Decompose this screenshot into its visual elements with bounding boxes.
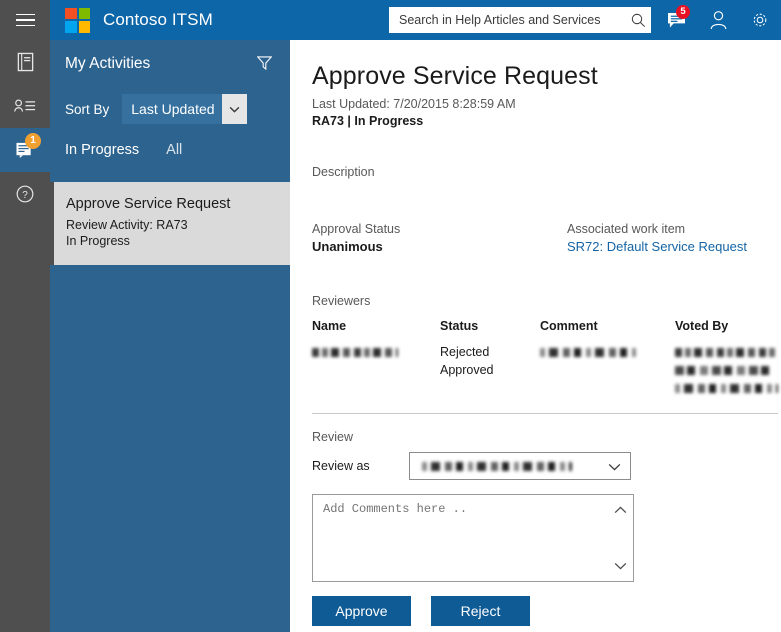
description-section: Description xyxy=(312,165,781,179)
activity-list: Approve Service Request Review Activity:… xyxy=(50,182,290,265)
chevron-down-icon[interactable] xyxy=(613,559,627,573)
description-label: Description xyxy=(312,165,375,179)
table-header-row: Name Status Comment Voted By xyxy=(312,319,778,345)
activity-subtitle: Review Activity: RA73 xyxy=(66,218,188,232)
activity-title: Approve Service Request xyxy=(66,196,231,212)
redacted-comment xyxy=(540,348,636,358)
sort-by-select[interactable]: Last Updated xyxy=(122,94,248,124)
hamburger-icon xyxy=(15,13,35,27)
reviewers-label: Reviewers xyxy=(312,294,371,308)
review-as-dropdown[interactable] xyxy=(409,452,631,480)
column-header-status: Status xyxy=(440,319,479,333)
rail-item-knowledge-articles[interactable] xyxy=(0,40,50,84)
redacted-voted-by xyxy=(675,366,773,376)
knowledge-articles-icon xyxy=(17,52,33,72)
user-account-button[interactable] xyxy=(697,0,739,40)
user-account-icon xyxy=(710,11,726,30)
messages-badge: 5 xyxy=(676,5,690,19)
review-label: Review xyxy=(312,430,353,444)
column-header-comment: Comment xyxy=(540,319,598,333)
last-updated-text: Last Updated: 7/20/2015 8:28:59 AM xyxy=(312,97,516,111)
reject-button[interactable]: Reject xyxy=(431,596,530,626)
panel-header: My Activities xyxy=(50,40,290,88)
approve-button[interactable]: Approve xyxy=(312,596,411,626)
microsoft-logo xyxy=(65,7,90,33)
associated-work-item-label: Associated work item xyxy=(567,222,686,236)
panel-title: My Activities xyxy=(65,55,151,72)
activity-status: In Progress xyxy=(66,234,130,248)
section-divider xyxy=(312,413,778,414)
tab-all[interactable]: All xyxy=(166,142,182,158)
reviewers-table: Name Status Comment Voted By Rejected Ap… xyxy=(312,319,778,399)
menu-toggle-button[interactable] xyxy=(0,0,50,40)
sort-by-value: Last Updated xyxy=(131,101,215,117)
my-activities-badge: 1 xyxy=(25,133,41,149)
column-header-name: Name xyxy=(312,319,347,333)
chevron-up-icon[interactable] xyxy=(613,503,627,517)
cell-name xyxy=(312,363,440,381)
svg-text:?: ? xyxy=(22,190,28,201)
review-section: Review Review as Add Comments here .. Ap… xyxy=(312,430,781,626)
record-id-status: RA73 | In Progress xyxy=(312,114,424,128)
status-row: Approval Status Unanimous Associated wor… xyxy=(312,222,781,256)
activity-list-item[interactable]: Approve Service Request Review Activity:… xyxy=(50,182,290,265)
reviewers-section: Reviewers Name Status Comment Voted By R… xyxy=(312,294,781,414)
approval-status-label: Approval Status xyxy=(312,222,401,236)
cell-comment xyxy=(540,363,675,381)
sort-row: Sort By Last Updated xyxy=(50,88,290,130)
redacted-review-as-value xyxy=(422,461,572,471)
review-as-chevron-down-icon[interactable] xyxy=(608,453,621,481)
cell-status xyxy=(440,381,540,399)
cell-name xyxy=(312,345,440,363)
tab-in-progress[interactable]: In Progress xyxy=(65,142,139,158)
sort-chevron-down-icon[interactable] xyxy=(222,94,248,124)
search-input[interactable] xyxy=(397,8,625,32)
review-as-label: Review as xyxy=(312,459,370,473)
settings-gear-icon xyxy=(753,13,767,27)
main-content: Approve Service Request Last Updated: 7/… xyxy=(290,40,781,632)
settings-button[interactable] xyxy=(739,0,781,40)
cell-voted-by xyxy=(675,381,778,399)
page-title: Approve Service Request xyxy=(312,62,598,90)
panel-filter-tabs: In Progress All xyxy=(50,130,290,170)
cell-comment xyxy=(540,345,675,363)
comment-field-wrapper[interactable] xyxy=(312,494,634,582)
cell-comment xyxy=(540,381,675,399)
cell-voted-by xyxy=(675,345,778,363)
cell-status: Rejected xyxy=(440,345,490,359)
table-row: Approved xyxy=(312,363,778,381)
approval-status-value: Unanimous xyxy=(312,239,383,254)
rail-item-my-requests[interactable] xyxy=(0,84,50,128)
left-icon-rail: 1 ? xyxy=(0,40,50,632)
help-icon: ? xyxy=(16,185,34,203)
rail-item-my-activities[interactable]: 1 xyxy=(0,128,50,172)
rail-item-help[interactable]: ? xyxy=(0,172,50,216)
header-icon-group: 5 xyxy=(655,0,781,40)
top-header-bar: Contoso ITSM 5 xyxy=(0,0,781,40)
search-box[interactable] xyxy=(389,7,651,33)
column-header-voted-by: Voted By xyxy=(675,319,729,333)
associated-work-item-block: Associated work item SR72: Default Servi… xyxy=(567,222,747,256)
app-window: Contoso ITSM 5 xyxy=(0,0,781,632)
associated-work-item-link[interactable]: SR72: Default Service Request xyxy=(567,239,747,254)
review-as-row: Review as xyxy=(312,452,781,480)
cell-status: Approved xyxy=(440,363,494,377)
redacted-reviewer-name xyxy=(312,348,398,358)
table-row: Rejected xyxy=(312,345,778,363)
action-button-row: Approve Reject xyxy=(312,596,781,626)
sort-by-label: Sort By xyxy=(65,101,110,117)
messages-button[interactable]: 5 xyxy=(655,0,697,40)
approval-status-block: Approval Status Unanimous xyxy=(312,222,567,256)
filter-funnel-icon[interactable] xyxy=(256,56,273,75)
table-row xyxy=(312,381,778,399)
my-requests-icon xyxy=(14,99,36,112)
brand-title: Contoso ITSM xyxy=(103,10,213,29)
search-icon[interactable] xyxy=(625,7,651,33)
redacted-voted-by xyxy=(675,384,778,394)
cell-name xyxy=(312,381,440,399)
cell-voted-by xyxy=(675,363,778,381)
redacted-voted-by xyxy=(675,348,778,358)
my-activities-panel: My Activities Sort By Last Updated In Pr… xyxy=(50,40,290,632)
comment-textarea[interactable] xyxy=(313,495,633,581)
